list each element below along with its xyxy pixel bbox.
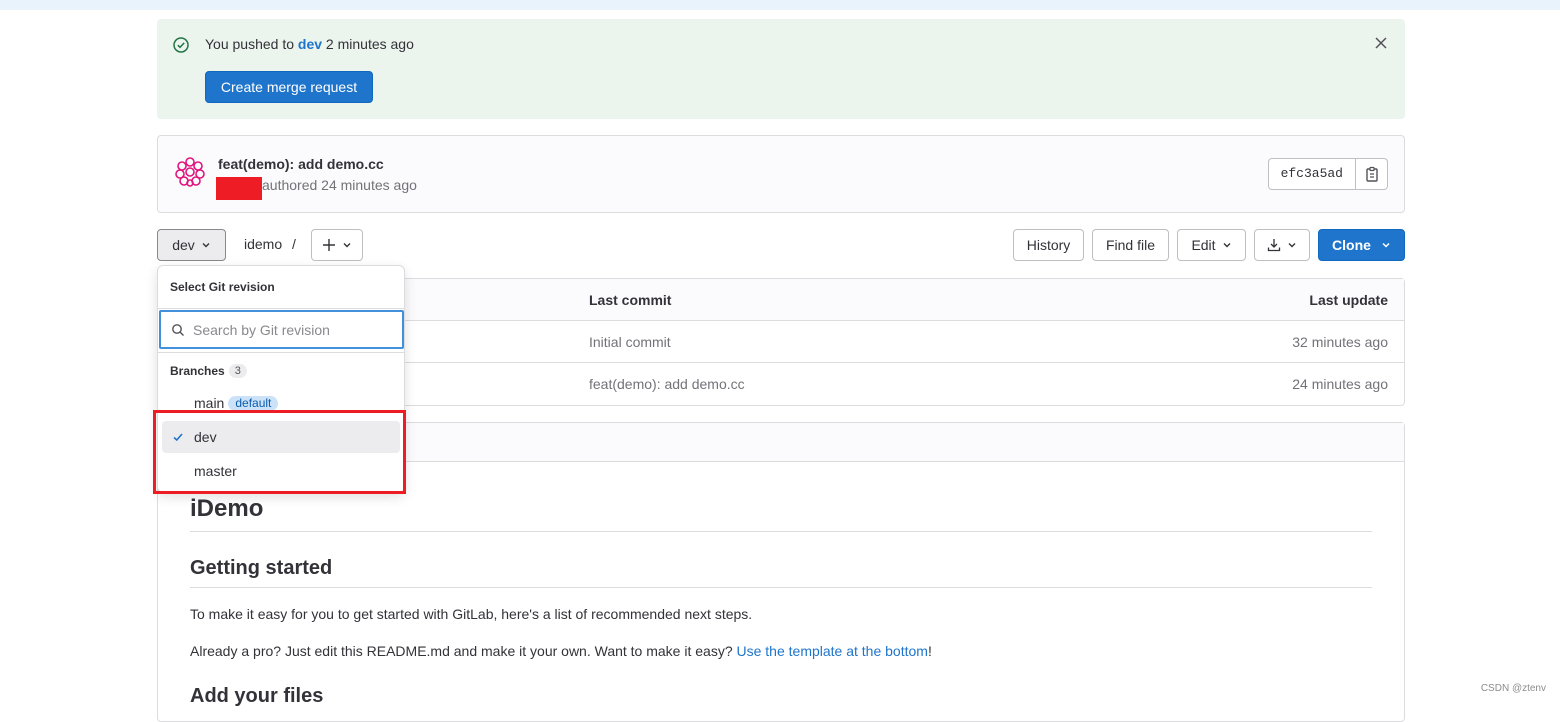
check-circle-icon: [173, 37, 189, 53]
last-update-header: Last update: [1309, 292, 1388, 308]
readme-heading-add-files: Add your files: [190, 685, 324, 707]
commit-sha[interactable]: efc3a5ad: [1269, 159, 1355, 189]
last-commit-header: Last commit: [589, 292, 672, 308]
chevron-down-icon: [1223, 243, 1231, 248]
divider: [158, 352, 404, 353]
readme-title: iDemo: [190, 495, 264, 522]
chevron-down-icon: [343, 243, 351, 248]
annotation-highlight-box: [153, 410, 406, 494]
download-icon: [1267, 239, 1281, 252]
readme-paragraph-end: !: [927, 643, 932, 659]
readme-heading-getting-started: Getting started: [190, 557, 333, 579]
divider: [158, 308, 404, 309]
download-button[interactable]: [1254, 229, 1310, 261]
row-update: 24 minutes ago: [1292, 376, 1388, 392]
push-alert: You pushed to dev 2 minutes ago Create m…: [157, 19, 1405, 119]
commit-title-link[interactable]: feat(demo): add demo.cc: [218, 156, 384, 172]
push-message-time: 2 minutes ago: [325, 36, 414, 52]
history-button[interactable]: History: [1013, 229, 1084, 261]
row-commit-link[interactable]: feat(demo): add demo.cc: [589, 376, 745, 392]
watermark: CSDN @ztenv: [1480, 683, 1546, 694]
branches-label: Branches: [170, 364, 225, 378]
commit-sha-group: efc3a5ad: [1267, 158, 1388, 190]
last-commit-panel: feat(demo): add demo.cc authored 24 minu…: [157, 135, 1405, 213]
readme-paragraph: Already a pro? Just edit this README.md …: [190, 643, 932, 659]
close-icon[interactable]: [1373, 35, 1389, 51]
row-update: 32 minutes ago: [1292, 334, 1388, 350]
plus-icon: [323, 239, 335, 251]
add-to-tree-button[interactable]: [311, 229, 363, 261]
row-commit-link[interactable]: Initial commit: [589, 334, 671, 350]
branch-selector-label: dev: [172, 237, 195, 253]
breadcrumb-project-link[interactable]: idemo: [244, 236, 282, 252]
edit-button[interactable]: Edit: [1177, 229, 1246, 261]
clone-button-label: Clone: [1332, 237, 1371, 253]
divider: [190, 531, 1372, 532]
chevron-down-icon: [202, 243, 210, 248]
create-merge-request-button[interactable]: Create merge request: [205, 71, 373, 103]
search-icon: [172, 323, 184, 336]
commit-authored: authored 24 minutes ago: [262, 177, 417, 193]
clipboard-icon: [1365, 166, 1378, 182]
chevron-down-icon: [1382, 242, 1390, 248]
default-badge: default: [228, 395, 279, 411]
avatar[interactable]: [174, 156, 206, 188]
branch-selector-button[interactable]: dev: [157, 229, 226, 261]
redacted-author: [216, 177, 262, 200]
chevron-down-icon: [1288, 243, 1296, 248]
branches-group-label: Branches 3: [170, 364, 247, 378]
branches-count-badge: 3: [228, 364, 247, 378]
template-link[interactable]: Use the template at the bottom: [737, 643, 928, 659]
copy-sha-button[interactable]: [1355, 159, 1387, 189]
breadcrumb: idemo /: [244, 236, 296, 252]
push-message-prefix: You pushed to: [205, 36, 295, 52]
breadcrumb-separator: /: [292, 236, 296, 252]
dropdown-title: Select Git revision: [170, 280, 275, 294]
revision-search-input[interactable]: [193, 321, 393, 338]
divider: [190, 587, 1372, 588]
readme-paragraph-text: Already a pro? Just edit this README.md …: [190, 643, 733, 659]
revision-search-box[interactable]: [159, 310, 404, 349]
find-file-button[interactable]: Find file: [1092, 229, 1169, 261]
readme-paragraph: To make it easy for you to get started w…: [190, 606, 753, 622]
branch-item-label: main: [194, 395, 225, 411]
pushed-branch-link[interactable]: dev: [298, 36, 322, 52]
edit-button-label: Edit: [1191, 237, 1216, 253]
push-message: You pushed to dev 2 minutes ago: [205, 36, 414, 52]
top-strip: [0, 0, 1560, 10]
clone-button[interactable]: Clone: [1318, 229, 1405, 261]
